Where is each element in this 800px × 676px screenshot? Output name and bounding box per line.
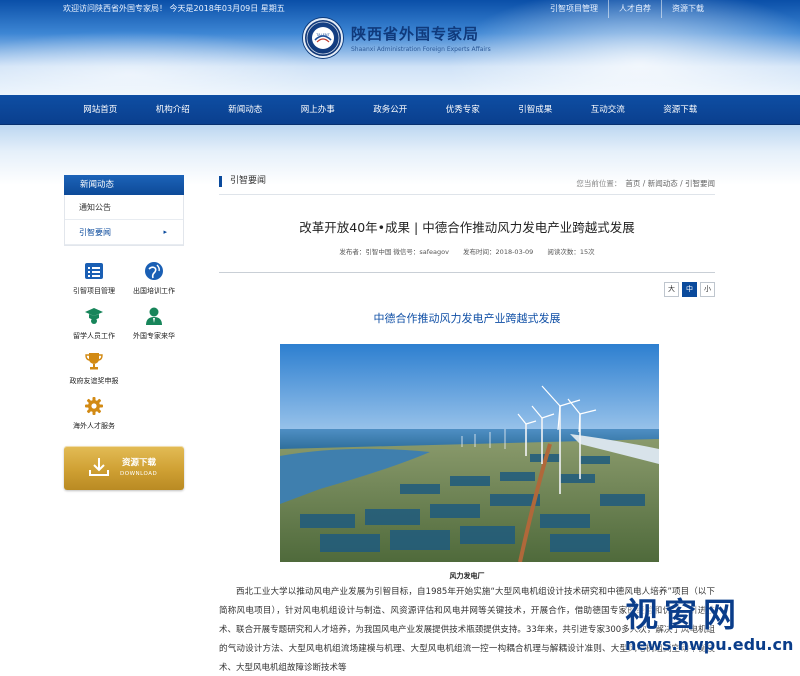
top-link-download[interactable]: 资源下载	[661, 0, 714, 18]
nav-achievements[interactable]: 引智成果	[499, 95, 572, 125]
quick-link-foreign-experts[interactable]: 外国专家来华	[124, 305, 184, 350]
download-icon	[89, 458, 109, 476]
nav-experts[interactable]: 优秀专家	[427, 95, 500, 125]
welcome-text: 欢迎访问陕西省外国专家局！ 今天是2018年03月09日 星期五	[63, 4, 285, 13]
font-size-switcher: 大 中 小	[661, 282, 715, 297]
sidebar-item-notices[interactable]: 通知公告	[65, 195, 183, 220]
site-logo[interactable]: TALENT 陕西省外国专家局 Shaanxi Administration F…	[303, 18, 491, 58]
sidebar-menu: 通知公告 引智要闻 ▸	[64, 195, 184, 246]
graduate-icon	[83, 305, 105, 327]
meta-views: 阅读次数：15次	[547, 248, 595, 256]
person-icon	[143, 305, 165, 327]
nav-online-service[interactable]: 网上办事	[282, 95, 355, 125]
download-label: 资源下载	[122, 458, 157, 468]
watermark-logo: 视窗网 news.nwpu.edu.cn	[625, 588, 795, 673]
bureau-emblem-icon: TALENT	[303, 18, 343, 58]
top-link-talent[interactable]: 人才自荐	[608, 0, 661, 18]
article-meta: 发布者：引智中国 微信号：safeagov 发布时间：2018-03-09 阅读…	[219, 246, 715, 256]
crumb-row: 引智要闻 您当前位置： 首页 / 新闻动态 / 引智要闻	[219, 170, 715, 195]
list-icon	[83, 260, 105, 282]
nav-interaction[interactable]: 互动交流	[572, 95, 645, 125]
watermark-url: news.nwpu.edu.cn	[625, 635, 794, 654]
nav-news[interactable]: 新闻动态	[209, 95, 282, 125]
meta-time: 发布时间：2018-03-09	[463, 248, 534, 256]
site-header: 欢迎访问陕西省外国专家局！ 今天是2018年03月09日 星期五 引智项目管理 …	[0, 0, 800, 95]
divider	[219, 272, 715, 273]
quick-link-training[interactable]: 出国培训工作	[124, 260, 184, 305]
quick-link-overseas-talent[interactable]: 海外人才服务	[64, 395, 124, 440]
trophy-icon	[83, 350, 105, 372]
svg-text:TALENT: TALENT	[315, 33, 330, 37]
font-size-small[interactable]: 小	[700, 282, 715, 297]
breadcrumb: 您当前位置： 首页 / 新闻动态 / 引智要闻	[576, 179, 715, 188]
font-size-medium[interactable]: 中	[682, 282, 697, 297]
quick-link-students[interactable]: 留学人员工作	[64, 305, 124, 350]
nav-home[interactable]: 网站首页	[64, 95, 137, 125]
wind-farm-photo	[280, 344, 659, 562]
site-subtitle: Shaanxi Administration Foreign Experts A…	[351, 46, 491, 53]
article-title: 改革开放40年•成果 | 中德合作推动风力发电产业跨越式发展	[299, 220, 635, 235]
chevron-right-icon: ▸	[163, 228, 167, 236]
font-size-large[interactable]: 大	[664, 282, 679, 297]
download-label-en: DOWNLOAD	[120, 471, 158, 477]
quick-links: 引智项目管理 出国培训工作 留学人员工作 外国专家来华 政府友谊奖申报 海外人才…	[64, 260, 184, 440]
main-content: 引智要闻 您当前位置： 首页 / 新闻动态 / 引智要闻 改革开放40年•成果 |…	[219, 170, 715, 673]
quick-link-friendship-award[interactable]: 政府友谊奖申报	[64, 350, 124, 395]
meta-publisher: 发布者：引智中国 微信号：safeagov	[339, 248, 449, 256]
sidebar: 新闻动态 通知公告 引智要闻 ▸ 引智项目管理 出国培训工作 留学人员工作 外国…	[64, 175, 184, 490]
globe-icon	[143, 260, 165, 282]
sidebar-title: 新闻动态	[64, 175, 184, 195]
site-title: 陕西省外国专家局	[351, 25, 480, 43]
main-nav: 网站首页 机构介绍 新闻动态 网上办事 政务公开 优秀专家 引智成果 互动交流 …	[0, 95, 800, 125]
top-links: 引智项目管理 人才自荐 资源下载	[540, 0, 714, 18]
watermark-text: 视窗网	[625, 595, 742, 634]
section-title: 引智要闻	[219, 176, 266, 187]
nav-about[interactable]: 机构介绍	[137, 95, 210, 125]
quick-link-project[interactable]: 引智项目管理	[64, 260, 124, 305]
nav-downloads[interactable]: 资源下载	[644, 95, 717, 125]
gear-icon	[83, 395, 105, 417]
top-bar: 欢迎访问陕西省外国专家局！ 今天是2018年03月09日 星期五 引智项目管理 …	[0, 0, 800, 18]
top-link-project[interactable]: 引智项目管理	[540, 0, 608, 18]
photo-caption: 风力发电厂	[449, 572, 485, 580]
download-button[interactable]: 资源下载 DOWNLOAD	[64, 446, 184, 490]
nav-gov-affairs[interactable]: 政务公开	[354, 95, 427, 125]
sidebar-item-news[interactable]: 引智要闻 ▸	[65, 220, 183, 245]
breadcrumb-path[interactable]: 首页 / 新闻动态 / 引智要闻	[625, 179, 715, 188]
article-inner-title: 中德合作推动风力发电产业跨越式发展	[373, 312, 561, 325]
